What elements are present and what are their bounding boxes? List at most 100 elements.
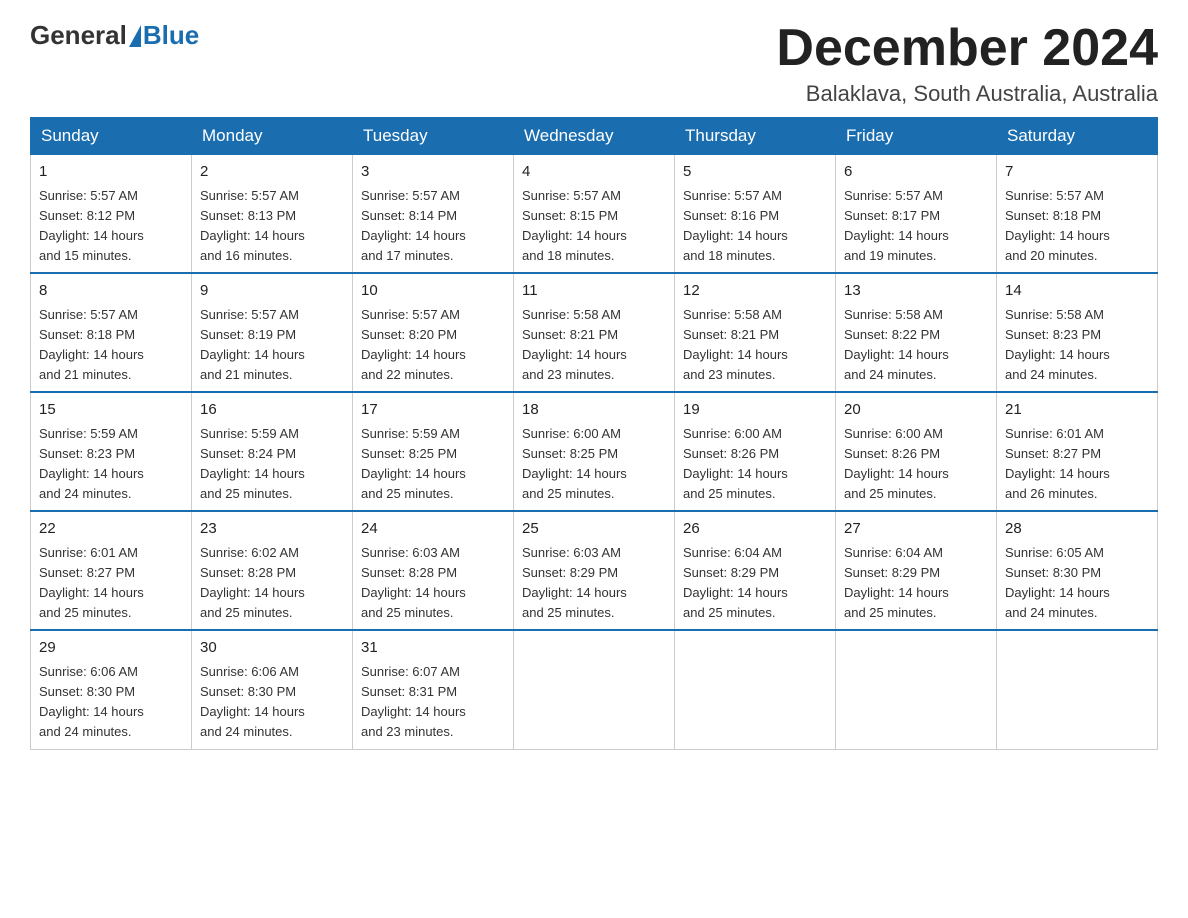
day-info: Sunrise: 6:00 AMSunset: 8:25 PMDaylight:… (522, 424, 666, 505)
weekday-header-monday: Monday (192, 118, 353, 155)
day-info: Sunrise: 5:57 AMSunset: 8:16 PMDaylight:… (683, 186, 827, 267)
day-info: Sunrise: 6:00 AMSunset: 8:26 PMDaylight:… (683, 424, 827, 505)
day-number: 28 (1005, 518, 1149, 541)
day-number: 7 (1005, 161, 1149, 184)
day-number: 9 (200, 280, 344, 303)
calendar-cell: 19Sunrise: 6:00 AMSunset: 8:26 PMDayligh… (675, 392, 836, 511)
weekday-header-friday: Friday (836, 118, 997, 155)
calendar-cell: 12Sunrise: 5:58 AMSunset: 8:21 PMDayligh… (675, 273, 836, 392)
day-number: 13 (844, 280, 988, 303)
day-number: 21 (1005, 399, 1149, 422)
day-number: 18 (522, 399, 666, 422)
day-number: 31 (361, 637, 505, 660)
day-info: Sunrise: 5:59 AMSunset: 8:24 PMDaylight:… (200, 424, 344, 505)
weekday-header-tuesday: Tuesday (353, 118, 514, 155)
calendar-cell: 9Sunrise: 5:57 AMSunset: 8:19 PMDaylight… (192, 273, 353, 392)
calendar-cell: 26Sunrise: 6:04 AMSunset: 8:29 PMDayligh… (675, 511, 836, 630)
day-info: Sunrise: 6:03 AMSunset: 8:29 PMDaylight:… (522, 543, 666, 624)
calendar-cell: 23Sunrise: 6:02 AMSunset: 8:28 PMDayligh… (192, 511, 353, 630)
calendar-cell: 27Sunrise: 6:04 AMSunset: 8:29 PMDayligh… (836, 511, 997, 630)
day-info: Sunrise: 5:57 AMSunset: 8:15 PMDaylight:… (522, 186, 666, 267)
day-number: 1 (39, 161, 183, 184)
day-number: 14 (1005, 280, 1149, 303)
day-info: Sunrise: 6:05 AMSunset: 8:30 PMDaylight:… (1005, 543, 1149, 624)
calendar-cell: 10Sunrise: 5:57 AMSunset: 8:20 PMDayligh… (353, 273, 514, 392)
calendar-cell (675, 630, 836, 749)
logo-text: General Blue (30, 20, 199, 51)
day-number: 26 (683, 518, 827, 541)
week-row-3: 15Sunrise: 5:59 AMSunset: 8:23 PMDayligh… (31, 392, 1158, 511)
day-info: Sunrise: 6:07 AMSunset: 8:31 PMDaylight:… (361, 662, 505, 743)
day-info: Sunrise: 5:57 AMSunset: 8:14 PMDaylight:… (361, 186, 505, 267)
day-info: Sunrise: 5:58 AMSunset: 8:22 PMDaylight:… (844, 305, 988, 386)
day-info: Sunrise: 5:57 AMSunset: 8:18 PMDaylight:… (39, 305, 183, 386)
calendar-cell: 16Sunrise: 5:59 AMSunset: 8:24 PMDayligh… (192, 392, 353, 511)
day-number: 15 (39, 399, 183, 422)
logo: General Blue (30, 20, 199, 51)
day-info: Sunrise: 5:58 AMSunset: 8:21 PMDaylight:… (522, 305, 666, 386)
calendar-cell: 1Sunrise: 5:57 AMSunset: 8:12 PMDaylight… (31, 155, 192, 274)
day-number: 6 (844, 161, 988, 184)
day-info: Sunrise: 5:57 AMSunset: 8:17 PMDaylight:… (844, 186, 988, 267)
calendar-cell: 21Sunrise: 6:01 AMSunset: 8:27 PMDayligh… (997, 392, 1158, 511)
week-row-2: 8Sunrise: 5:57 AMSunset: 8:18 PMDaylight… (31, 273, 1158, 392)
weekday-header-saturday: Saturday (997, 118, 1158, 155)
day-info: Sunrise: 6:04 AMSunset: 8:29 PMDaylight:… (844, 543, 988, 624)
week-row-1: 1Sunrise: 5:57 AMSunset: 8:12 PMDaylight… (31, 155, 1158, 274)
day-number: 30 (200, 637, 344, 660)
calendar-cell: 25Sunrise: 6:03 AMSunset: 8:29 PMDayligh… (514, 511, 675, 630)
day-info: Sunrise: 6:00 AMSunset: 8:26 PMDaylight:… (844, 424, 988, 505)
day-info: Sunrise: 5:58 AMSunset: 8:23 PMDaylight:… (1005, 305, 1149, 386)
calendar-cell: 20Sunrise: 6:00 AMSunset: 8:26 PMDayligh… (836, 392, 997, 511)
day-number: 8 (39, 280, 183, 303)
calendar-cell: 7Sunrise: 5:57 AMSunset: 8:18 PMDaylight… (997, 155, 1158, 274)
day-number: 29 (39, 637, 183, 660)
calendar-cell: 3Sunrise: 5:57 AMSunset: 8:14 PMDaylight… (353, 155, 514, 274)
calendar-cell: 13Sunrise: 5:58 AMSunset: 8:22 PMDayligh… (836, 273, 997, 392)
day-info: Sunrise: 5:59 AMSunset: 8:25 PMDaylight:… (361, 424, 505, 505)
weekday-header-thursday: Thursday (675, 118, 836, 155)
day-number: 22 (39, 518, 183, 541)
title-area: December 2024 Balaklava, South Australia… (776, 20, 1158, 107)
day-info: Sunrise: 5:57 AMSunset: 8:20 PMDaylight:… (361, 305, 505, 386)
calendar-cell: 8Sunrise: 5:57 AMSunset: 8:18 PMDaylight… (31, 273, 192, 392)
day-info: Sunrise: 6:04 AMSunset: 8:29 PMDaylight:… (683, 543, 827, 624)
day-info: Sunrise: 6:06 AMSunset: 8:30 PMDaylight:… (39, 662, 183, 743)
day-number: 23 (200, 518, 344, 541)
day-info: Sunrise: 5:57 AMSunset: 8:13 PMDaylight:… (200, 186, 344, 267)
calendar-cell: 11Sunrise: 5:58 AMSunset: 8:21 PMDayligh… (514, 273, 675, 392)
day-number: 10 (361, 280, 505, 303)
day-info: Sunrise: 6:02 AMSunset: 8:28 PMDaylight:… (200, 543, 344, 624)
calendar-cell: 2Sunrise: 5:57 AMSunset: 8:13 PMDaylight… (192, 155, 353, 274)
day-info: Sunrise: 5:57 AMSunset: 8:19 PMDaylight:… (200, 305, 344, 386)
calendar-cell: 4Sunrise: 5:57 AMSunset: 8:15 PMDaylight… (514, 155, 675, 274)
day-info: Sunrise: 6:03 AMSunset: 8:28 PMDaylight:… (361, 543, 505, 624)
calendar-cell: 5Sunrise: 5:57 AMSunset: 8:16 PMDaylight… (675, 155, 836, 274)
calendar-cell (836, 630, 997, 749)
calendar-cell: 24Sunrise: 6:03 AMSunset: 8:28 PMDayligh… (353, 511, 514, 630)
weekday-header-row: SundayMondayTuesdayWednesdayThursdayFrid… (31, 118, 1158, 155)
page-header: General Blue December 2024 Balaklava, So… (30, 20, 1158, 107)
calendar-cell: 15Sunrise: 5:59 AMSunset: 8:23 PMDayligh… (31, 392, 192, 511)
logo-general: General (30, 20, 127, 51)
week-row-4: 22Sunrise: 6:01 AMSunset: 8:27 PMDayligh… (31, 511, 1158, 630)
location-title: Balaklava, South Australia, Australia (776, 81, 1158, 107)
day-number: 27 (844, 518, 988, 541)
day-info: Sunrise: 5:57 AMSunset: 8:18 PMDaylight:… (1005, 186, 1149, 267)
day-number: 19 (683, 399, 827, 422)
day-info: Sunrise: 6:06 AMSunset: 8:30 PMDaylight:… (200, 662, 344, 743)
day-number: 17 (361, 399, 505, 422)
day-number: 25 (522, 518, 666, 541)
day-number: 12 (683, 280, 827, 303)
day-number: 5 (683, 161, 827, 184)
month-title: December 2024 (776, 20, 1158, 77)
day-info: Sunrise: 5:58 AMSunset: 8:21 PMDaylight:… (683, 305, 827, 386)
day-number: 4 (522, 161, 666, 184)
week-row-5: 29Sunrise: 6:06 AMSunset: 8:30 PMDayligh… (31, 630, 1158, 749)
calendar-cell: 30Sunrise: 6:06 AMSunset: 8:30 PMDayligh… (192, 630, 353, 749)
weekday-header-wednesday: Wednesday (514, 118, 675, 155)
day-number: 2 (200, 161, 344, 184)
calendar-table: SundayMondayTuesdayWednesdayThursdayFrid… (30, 117, 1158, 749)
calendar-cell (997, 630, 1158, 749)
calendar-cell: 14Sunrise: 5:58 AMSunset: 8:23 PMDayligh… (997, 273, 1158, 392)
